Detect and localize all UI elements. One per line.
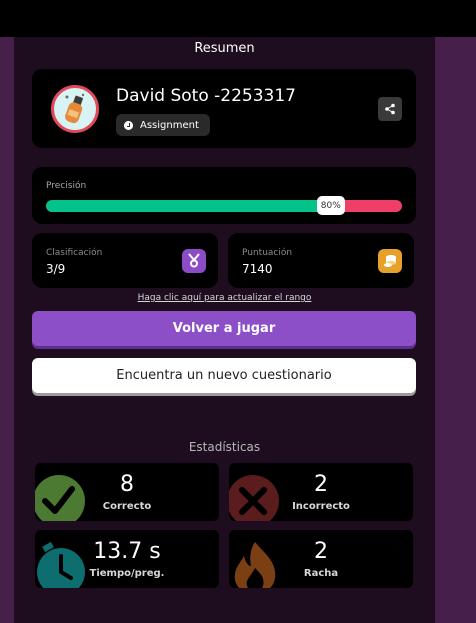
- correct-label: Correcto: [102, 501, 152, 512]
- top-bar: [0, 0, 476, 37]
- update-rank-link[interactable]: Haga clic aquí para actualizar el rango: [14, 293, 435, 303]
- user-name: David Soto -2253317: [116, 86, 296, 106]
- precision-bar: [46, 200, 402, 212]
- user-card: David Soto -2253317 Assignment: [32, 69, 416, 148]
- streak-label: Racha: [303, 568, 339, 579]
- precision-label: Precisión: [46, 181, 87, 191]
- time-tile: 13.7 s Tiempo/preg.: [35, 530, 219, 588]
- incorrect-label: Incorrecto: [292, 501, 350, 512]
- correct-value: 8: [120, 472, 134, 497]
- left-background: [0, 37, 14, 623]
- medal-icon: [182, 249, 206, 273]
- summary-panel: Resumen David Soto -2253317 Assignment P…: [14, 37, 435, 623]
- precision-value: 80%: [316, 196, 345, 215]
- clock-icon: [124, 120, 133, 130]
- share-button[interactable]: [378, 97, 402, 121]
- incorrect-value: 2: [314, 472, 328, 497]
- share-icon: [385, 103, 395, 115]
- play-again-button[interactable]: Volver a jugar: [32, 311, 416, 346]
- badge-label: Assignment: [140, 119, 199, 131]
- summary-title: Resumen: [194, 41, 255, 56]
- assignment-badge: Assignment: [116, 114, 210, 136]
- score-label: Puntuación: [242, 248, 293, 258]
- correct-tile: 8 Correcto: [35, 463, 219, 521]
- precision-bar-fill: [46, 200, 331, 212]
- streak-tile: 2 Racha: [229, 530, 413, 588]
- score-value: 7140: [242, 262, 273, 276]
- incorrect-tile: 2 Incorrecto: [229, 463, 413, 521]
- avatar: [51, 85, 99, 133]
- precision-card: Precisión 80%: [32, 167, 416, 224]
- ranking-card: Clasificación 3/9: [32, 233, 218, 288]
- potion-avatar-icon: [65, 93, 85, 124]
- find-quiz-button[interactable]: Encuentra un nuevo cuestionario: [32, 358, 416, 393]
- stats-title: Estadísticas: [188, 440, 261, 454]
- time-value: 13.7 s: [93, 539, 161, 564]
- score-card: Puntuación 7140: [228, 233, 414, 288]
- right-background: [435, 37, 476, 623]
- streak-value: 2: [314, 539, 328, 564]
- coins-icon: [378, 249, 402, 273]
- time-label: Tiempo/preg.: [89, 568, 165, 579]
- ranking-label: Clasificación: [46, 248, 103, 258]
- ranking-value: 3/9: [46, 262, 66, 276]
